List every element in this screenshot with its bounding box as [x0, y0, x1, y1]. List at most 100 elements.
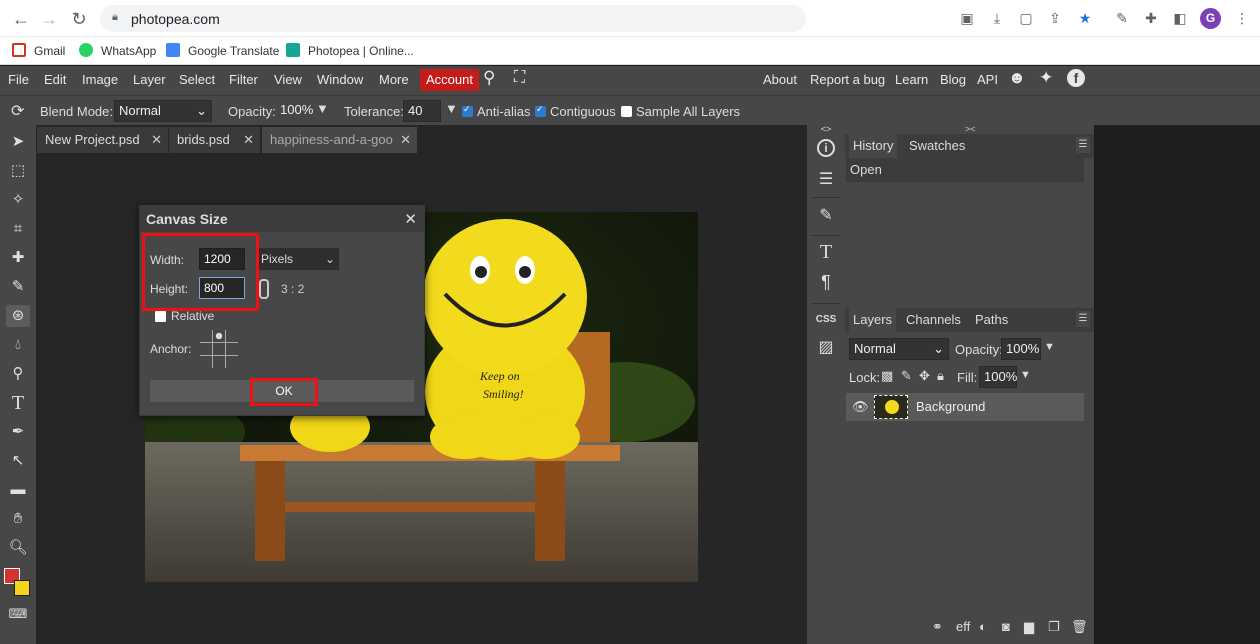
bookmark-whatsapp[interactable]: WhatsApp: [79, 42, 156, 60]
menu-api[interactable]: API: [977, 72, 998, 88]
anchor-grid[interactable]: [200, 330, 238, 368]
trash-icon[interactable]: 🗑︎: [1071, 619, 1088, 635]
blur-tool-icon[interactable]: 💧︎: [6, 334, 30, 356]
back-arrow-icon[interactable]: ←: [10, 8, 32, 30]
css-icon[interactable]: CSS: [815, 309, 837, 331]
zoom-tool-icon[interactable]: 🔍︎: [6, 537, 30, 559]
menu-blog[interactable]: Blog: [940, 72, 966, 88]
effects-icon[interactable]: eff: [956, 619, 970, 634]
reload-icon[interactable]: ↻: [68, 8, 90, 30]
menu-layer[interactable]: Layer: [133, 72, 166, 88]
tolerance-field[interactable]: 40: [403, 100, 441, 122]
adjustment-layer-icon[interactable]: ◐: [979, 619, 987, 634]
address-bar[interactable]: 🔒︎ photopea.com: [100, 5, 806, 32]
fill-field[interactable]: 100%: [979, 366, 1017, 388]
type-tool-icon[interactable]: T: [6, 392, 30, 414]
healing-tool-icon[interactable]: ✚: [6, 247, 30, 269]
menu-select[interactable]: Select: [179, 72, 215, 88]
anchor-cell[interactable]: [226, 330, 238, 342]
sidepanel-icon[interactable]: ◧: [1171, 9, 1189, 27]
bookmark-photopea[interactable]: Photopea | Online...: [286, 42, 414, 60]
hand-tool-icon[interactable]: ✋︎: [6, 508, 30, 530]
brush-settings-icon[interactable]: ✎: [815, 205, 837, 227]
opacity-dropdown-icon[interactable]: ▼: [316, 101, 329, 116]
menu-file[interactable]: File: [8, 72, 29, 88]
background-color-swatch[interactable]: [14, 580, 30, 596]
anchor-cell[interactable]: [213, 343, 225, 355]
share-icon[interactable]: ⇪: [1046, 9, 1064, 27]
link-layers-icon[interactable]: ⚭: [932, 619, 943, 635]
menu-filter[interactable]: Filter: [229, 72, 258, 88]
pen-tool-icon[interactable]: ✒: [6, 421, 30, 443]
menu-about[interactable]: About: [763, 72, 797, 88]
menu-more[interactable]: More: [379, 72, 409, 88]
close-icon[interactable]: ✕: [151, 127, 162, 153]
dialog-titlebar[interactable]: Canvas Size ✕: [140, 206, 424, 232]
anchor-cell[interactable]: [200, 330, 212, 342]
lock-all-icon[interactable]: 🔒︎: [937, 368, 944, 384]
unit-select[interactable]: Pixels ⌄: [257, 248, 339, 270]
facebook-icon[interactable]: f: [1067, 69, 1085, 87]
tab-paths[interactable]: Paths: [975, 312, 1008, 327]
layer-row[interactable]: 👁︎ Background: [846, 393, 1084, 421]
contiguous-checkbox[interactable]: [535, 104, 546, 117]
brush-tool-icon[interactable]: ✎: [6, 276, 30, 298]
eye-icon[interactable]: 👁︎: [852, 399, 869, 415]
download-icon[interactable]: ⤓: [988, 9, 1006, 27]
history-item[interactable]: Open: [846, 158, 1084, 182]
antialias-checkbox[interactable]: [462, 104, 473, 117]
panel-menu-icon[interactable]: ☰: [1076, 137, 1090, 153]
tab-layers[interactable]: Layers: [849, 308, 897, 332]
search-icon[interactable]: ⚲: [483, 69, 495, 86]
close-icon[interactable]: ✕: [404, 210, 417, 228]
character-icon[interactable]: T: [815, 241, 837, 263]
panel-menu-icon[interactable]: ☰: [1076, 311, 1090, 327]
save-page-icon[interactable]: ▣: [958, 9, 976, 27]
move-tool-icon[interactable]: ➤: [6, 131, 30, 153]
crop-tool-icon[interactable]: ⌗: [6, 218, 30, 240]
opacity-field[interactable]: 100%: [276, 100, 313, 122]
bookmark-star-icon[interactable]: ★: [1076, 9, 1094, 27]
bookmark-gmail[interactable]: Gmail: [12, 42, 65, 60]
dodge-tool-icon[interactable]: ⚲: [6, 363, 30, 385]
tab-brids[interactable]: brids.psd ✕: [169, 127, 260, 153]
menu-report-bug[interactable]: Report a bug: [810, 72, 885, 88]
eyedropper-icon[interactable]: ✎: [1113, 9, 1131, 27]
tab-new-project[interactable]: New Project.psd ✕: [37, 127, 168, 153]
lock-transparency-icon[interactable]: ▩: [881, 368, 893, 384]
anchor-cell[interactable]: [226, 343, 238, 355]
magic-wand-tool-icon[interactable]: ⟳: [11, 101, 24, 121]
layer-opacity-field[interactable]: 100%: [1001, 338, 1041, 360]
tab-history[interactable]: History: [849, 134, 898, 158]
path-select-icon[interactable]: ↖: [6, 450, 30, 472]
bookmark-google-translate[interactable]: Google Translate: [166, 42, 279, 60]
account-button[interactable]: Account: [420, 69, 479, 91]
more-vertical-icon[interactable]: ⋮: [1233, 9, 1251, 27]
info-icon[interactable]: i: [817, 139, 835, 157]
profile-avatar[interactable]: G: [1200, 8, 1221, 29]
adjustments-icon[interactable]: ☰: [815, 169, 837, 191]
extensions-icon[interactable]: ✚: [1142, 9, 1160, 27]
fullscreen-icon[interactable]: ⛶: [514, 70, 525, 86]
anchor-cell[interactable]: [200, 343, 212, 355]
menu-window[interactable]: Window: [317, 72, 363, 88]
anchor-cell[interactable]: [213, 356, 225, 368]
close-icon[interactable]: ✕: [243, 127, 254, 153]
tab-swatches[interactable]: Swatches: [909, 138, 965, 153]
tolerance-dropdown-icon[interactable]: ▼: [445, 101, 458, 116]
reddit-icon[interactable]: ☻: [1008, 69, 1026, 86]
tab-channels[interactable]: Channels: [906, 312, 961, 327]
paragraph-icon[interactable]: ¶: [815, 271, 837, 293]
keyboard-icon[interactable]: ⌨: [6, 603, 30, 625]
tab-happiness[interactable]: happiness-and-a-goo ✕: [262, 127, 417, 153]
new-layer-icon[interactable]: ❐: [1048, 619, 1060, 635]
opacity-dropdown-icon[interactable]: ▼: [1044, 341, 1055, 353]
collapse-arrows-icon[interactable]: <>: [815, 123, 837, 135]
layer-blend-select[interactable]: Normal ⌄: [849, 338, 949, 360]
anchor-cell[interactable]: [226, 356, 238, 368]
image-icon[interactable]: ▨: [815, 337, 837, 359]
lock-brush-icon[interactable]: ✎: [901, 368, 912, 384]
sample-all-checkbox[interactable]: [621, 106, 632, 117]
twitter-icon[interactable]: ✦: [1039, 69, 1053, 86]
anchor-cell[interactable]: [200, 356, 212, 368]
